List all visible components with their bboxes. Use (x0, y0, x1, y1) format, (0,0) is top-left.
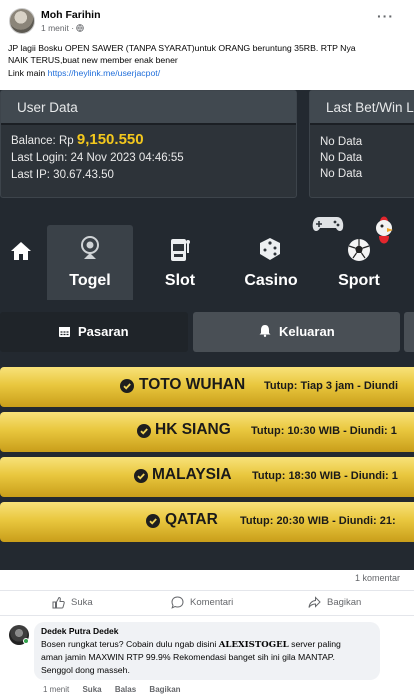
post-link-line: Link main https://heylink.me/userjacpot/ (8, 67, 408, 79)
tab-pasaran[interactable]: Pasaran (0, 312, 188, 352)
comment-text: Bosen rungkat terus? Cobain dulu ngab di… (41, 638, 373, 676)
tab-partial[interactable] (404, 312, 414, 352)
market-name: MALAYSIA (152, 466, 232, 483)
share-button[interactable]: Bagikan (308, 596, 362, 608)
user-data-title: User Data (1, 91, 296, 125)
more-options-button[interactable]: ··· (377, 8, 394, 24)
post-text: JP lagii Bosku OPEN SAWER (TANPA SYARAT)… (8, 42, 408, 79)
tab-pasaran-label: Pasaran (78, 324, 129, 339)
lottery-ball-icon (81, 236, 99, 259)
post-link[interactable]: https://heylink.me/userjacpot/ (48, 68, 161, 78)
comment-button[interactable]: Komentari (171, 596, 234, 609)
rooster-mascot-icon (376, 216, 393, 244)
check-circle-icon (120, 379, 134, 393)
share-label: Bagikan (327, 597, 362, 608)
market-row-malaysia[interactable]: MALAYSIA Tutup: 18:30 WIB - Diundi: 1 (0, 457, 414, 497)
globe-icon (76, 24, 85, 32)
last-bet-row-1: No Data (320, 136, 363, 148)
dice-icon (260, 238, 280, 260)
comment-line2: aman jamin MAXWIN RTP 99.9% Rekomendasi … (41, 652, 335, 663)
gamepad-icon (312, 217, 344, 231)
commenter-name[interactable]: Dedek Putra Dedek (41, 626, 373, 636)
last-bet-row-2: No Data (320, 152, 363, 164)
comment-line1: Bosen rungkat terus? Cobain dulu ngab di… (41, 638, 373, 651)
nav-casino[interactable]: Casino (238, 225, 304, 300)
calendar-icon (59, 327, 70, 337)
comment-bubble: Dedek Putra Dedek Bosen rungkat terus? C… (34, 622, 380, 680)
user-data-panel: User Data Balance: Rp 9,150.550 Last Log… (0, 90, 297, 198)
market-info: Tutup: 18:30 WIB - Diundi: 1 (252, 470, 398, 482)
market-row-toto-wuhan[interactable]: TOTO WUHAN Tutup: Tiap 3 jam - Diundi (0, 367, 414, 407)
bell-icon (259, 325, 271, 337)
market-name: QATAR (165, 511, 218, 528)
like-label: Suka (71, 597, 93, 608)
nav-slot[interactable]: Slot (150, 225, 210, 300)
check-circle-icon (134, 469, 148, 483)
author-avatar[interactable] (9, 8, 35, 34)
comment-actions: 1 menit Suka Balas Bagikan (43, 685, 192, 694)
comment-brand: ALEXISTOGEL (218, 640, 289, 650)
market-info: Tutup: Tiap 3 jam - Diundi (264, 380, 399, 392)
market-name: HK SIANG (155, 421, 231, 438)
comment-text-part: server paling (288, 639, 341, 649)
last-bet-panel: Last Bet/Win L No Data No Data No Data (309, 90, 414, 198)
post-media[interactable]: User Data Balance: Rp 9,150.550 Last Log… (0, 90, 414, 570)
post-actions: Suka Komentari Bagikan (0, 590, 414, 616)
home-icon (11, 242, 31, 260)
nav-sport[interactable]: Sport (308, 216, 414, 300)
last-login: Last Login: 24 Nov 2023 04:46:55 (11, 152, 184, 164)
tab-keluaran-label: Keluaran (279, 324, 335, 339)
nav-togel-label: Togel (69, 272, 111, 289)
comment-line3: Senggol dong masseh. (41, 664, 130, 675)
post-stats: 1 komentar (0, 570, 414, 588)
nav-home[interactable] (0, 225, 42, 300)
comment-icon (171, 596, 184, 609)
comment-time[interactable]: 1 menit (43, 685, 69, 694)
post-text-line1: JP lagii Bosku OPEN SAWER (TANPA SYARAT)… (8, 43, 356, 53)
balance-label: Balance: Rp (11, 135, 77, 147)
last-bet-title: Last Bet/Win L (310, 91, 414, 125)
post-time[interactable]: 1 menit (41, 23, 69, 33)
comment-reply-button[interactable]: Balas (115, 685, 136, 694)
share-icon (308, 596, 321, 608)
comment-label: Komentari (190, 597, 234, 608)
market-row-qatar[interactable]: QATAR Tutup: 20:30 WIB - Diundi: 21: (0, 502, 414, 542)
thumbs-up-icon (52, 596, 65, 609)
slot-machine-icon (171, 239, 190, 261)
market-info: Tutup: 20:30 WIB - Diundi: 21: (240, 515, 396, 527)
post-author[interactable]: Moh Farihin (41, 9, 101, 21)
balance-value: 9,150.550 (76, 131, 144, 148)
check-circle-icon (137, 424, 151, 438)
post-header: Moh Farihin 1 menit · ··· (0, 0, 414, 38)
like-button[interactable]: Suka (52, 596, 93, 609)
nav-togel[interactable]: Togel (47, 225, 133, 300)
comment-count[interactable]: 1 komentar (355, 573, 400, 583)
comment-share-button[interactable]: Bagikan (149, 685, 180, 694)
soccer-ball-icon (348, 239, 370, 261)
check-circle-icon (146, 514, 160, 528)
market-info: Tutup: 10:30 WIB - Diundi: 1 (251, 425, 397, 437)
balance-row: Balance: Rp 9,150.550 (11, 131, 144, 148)
tab-keluaran[interactable]: Keluaran (193, 312, 400, 352)
online-status-indicator (23, 638, 29, 644)
market-row-hk-siang[interactable]: HK SIANG Tutup: 10:30 WIB - Diundi: 1 (0, 412, 414, 452)
market-name: TOTO WUHAN (139, 376, 246, 393)
post-meta: 1 menit · (41, 23, 85, 33)
link-prefix: Link main (8, 67, 48, 78)
nav-slot-label: Slot (164, 272, 196, 289)
nav-sport-label: Sport (338, 272, 380, 289)
nav-casino-label: Casino (244, 272, 298, 289)
last-ip: Last IP: 30.67.43.50 (11, 169, 114, 181)
post-text-line2: NAIK TERUS,buat new member enak bener (8, 55, 178, 66)
comment-like-button[interactable]: Suka (82, 685, 101, 694)
last-bet-row-3: No Data (320, 168, 363, 180)
comment-text-part: Bosen rungkat terus? Cobain dulu ngab di… (41, 639, 219, 649)
